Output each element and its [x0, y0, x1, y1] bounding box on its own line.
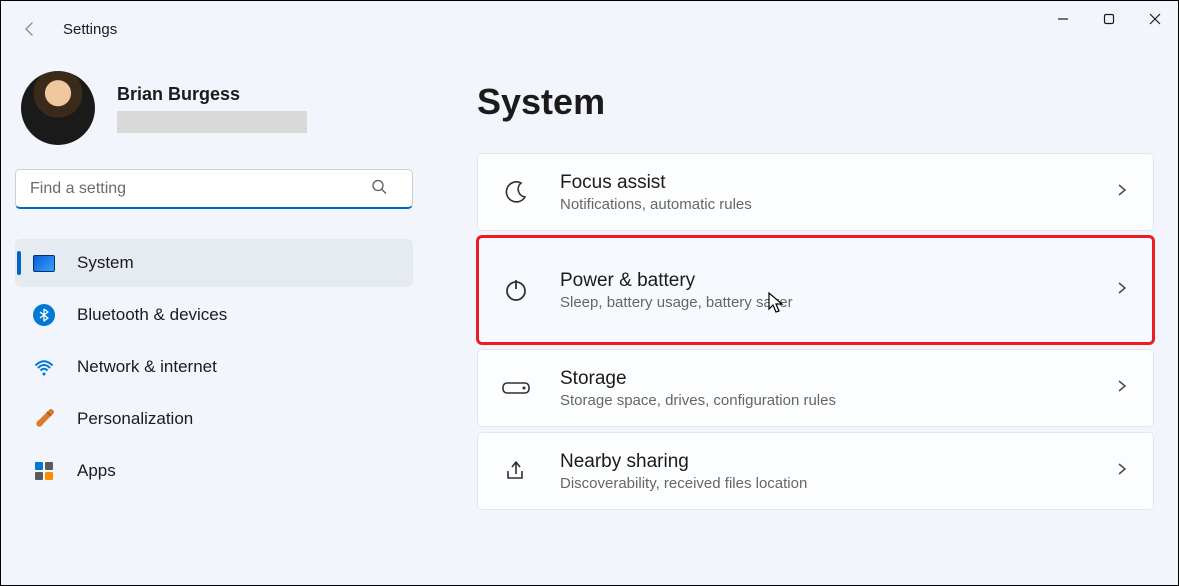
sidebar-item-system[interactable]: System [15, 239, 413, 287]
moon-icon [502, 178, 530, 206]
search-icon [371, 179, 387, 200]
close-button[interactable] [1132, 1, 1178, 37]
profile-block[interactable]: Brian Burgess [15, 71, 411, 145]
profile-name: Brian Burgess [117, 84, 307, 105]
card-focus-assist[interactable]: Focus assist Notifications, automatic ru… [477, 153, 1154, 231]
maximize-icon [1103, 13, 1115, 25]
sidebar-item-label: Apps [77, 461, 116, 481]
apps-icon [33, 460, 55, 482]
profile-text: Brian Burgess [117, 84, 307, 133]
chevron-right-icon [1115, 281, 1129, 300]
sidebar-item-label: Network & internet [77, 357, 217, 377]
settings-cards: Focus assist Notifications, automatic ru… [477, 153, 1154, 510]
sidebar-item-label: Bluetooth & devices [77, 305, 227, 325]
bluetooth-icon [33, 304, 55, 326]
minimize-icon [1057, 13, 1069, 25]
card-storage[interactable]: Storage Storage space, drives, configura… [477, 349, 1154, 427]
storage-icon [502, 374, 530, 402]
card-nearby-sharing[interactable]: Nearby sharing Discoverability, received… [477, 432, 1154, 510]
window-controls [1040, 1, 1178, 37]
sidebar-item-label: Personalization [77, 409, 193, 429]
sidebar-item-network[interactable]: Network & internet [15, 343, 413, 391]
maximize-button[interactable] [1086, 1, 1132, 37]
card-title: Nearby sharing [560, 451, 807, 473]
share-icon [502, 457, 530, 485]
power-icon [502, 276, 530, 304]
card-title: Storage [560, 368, 836, 390]
card-sub: Discoverability, received files location [560, 475, 807, 492]
content-area: System Focus assist Notifications, autom… [421, 57, 1178, 585]
card-title: Power & battery [560, 270, 793, 292]
sidebar-item-apps[interactable]: Apps [15, 447, 413, 495]
avatar [21, 71, 95, 145]
back-arrow-icon [22, 21, 38, 37]
system-icon [33, 252, 55, 274]
profile-email-redacted [117, 111, 307, 133]
chevron-right-icon [1115, 462, 1129, 481]
card-power-battery[interactable]: Power & battery Sleep, battery usage, ba… [477, 236, 1154, 344]
brush-icon [33, 408, 55, 430]
search-wrap [15, 169, 411, 209]
close-icon [1149, 13, 1161, 25]
chevron-right-icon [1115, 183, 1129, 202]
sidebar-item-personalization[interactable]: Personalization [15, 395, 413, 443]
sidebar-item-bluetooth[interactable]: Bluetooth & devices [15, 291, 413, 339]
card-title: Focus assist [560, 172, 752, 194]
search-input[interactable] [15, 169, 413, 209]
card-sub: Storage space, drives, configuration rul… [560, 392, 836, 409]
sidebar-item-label: System [77, 253, 134, 273]
app-title: Settings [63, 21, 117, 38]
page-title: System [477, 81, 1154, 123]
minimize-button[interactable] [1040, 1, 1086, 37]
titlebar: Settings [1, 1, 1178, 57]
sidebar: Brian Burgess System Bluetooth & devices [1, 57, 421, 585]
sidebar-nav: System Bluetooth & devices Network & int… [15, 239, 411, 495]
chevron-right-icon [1115, 379, 1129, 398]
card-sub: Sleep, battery usage, battery saver [560, 294, 793, 311]
wifi-icon [33, 356, 55, 378]
back-button[interactable] [21, 20, 39, 38]
card-sub: Notifications, automatic rules [560, 196, 752, 213]
